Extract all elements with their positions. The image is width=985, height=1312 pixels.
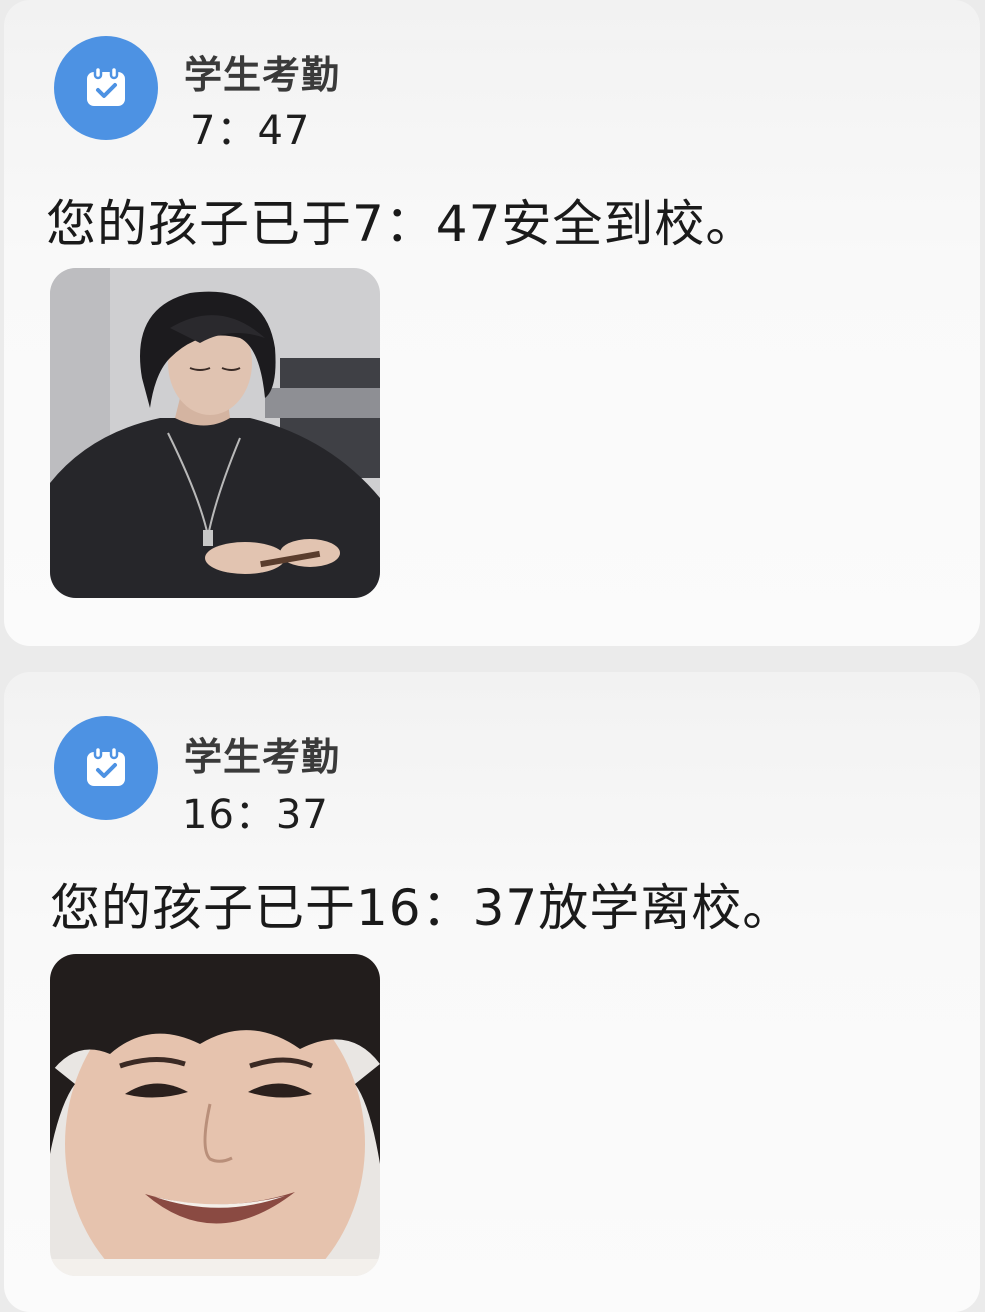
student-photo-arrival[interactable] [50, 268, 380, 598]
app-name: 学生考勤 [184, 53, 341, 97]
notification-message: 您的孩子已于16：37放学离校。 [50, 879, 794, 937]
app-name: 学生考勤 [184, 735, 341, 779]
calendar-check-icon [54, 36, 158, 140]
student-photo-departure[interactable] [50, 954, 380, 1276]
notification-time: 7：47 [190, 108, 311, 154]
notification-message: 您的孩子已于7：47安全到校。 [46, 195, 757, 253]
notification-time: 16：37 [182, 792, 329, 838]
calendar-check-icon [54, 716, 158, 820]
attendance-notification-card[interactable]: 学生考勤 7：47 您的孩子已于7：47安全到校。 [4, 0, 980, 646]
attendance-notification-card[interactable]: 学生考勤 16：37 您的孩子已于16：37放学离校。 [4, 672, 980, 1312]
